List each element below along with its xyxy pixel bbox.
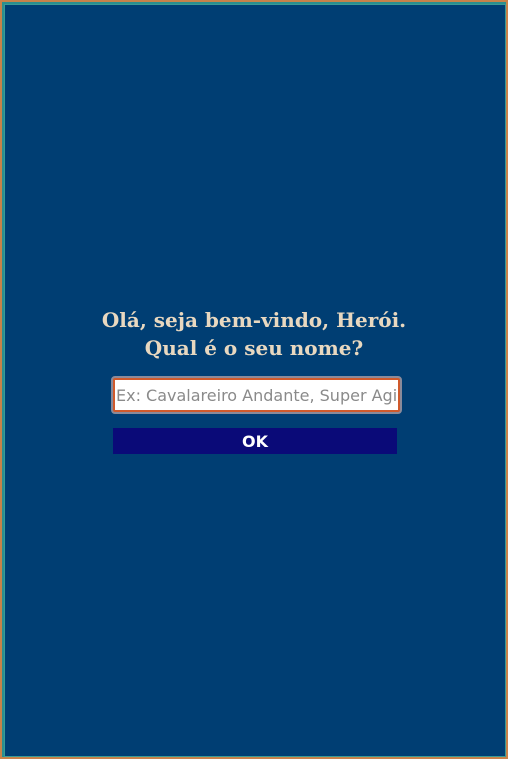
ok-button[interactable]: OK [113, 428, 397, 454]
welcome-line-1: Olá, seja bem-vindo, Herói. [101, 308, 407, 332]
welcome-heading: Olá, seja bem-vindo, Herói. Qual é o seu… [0, 306, 508, 362]
welcome-line-2: Qual é o seu nome? [144, 336, 364, 360]
hero-name-input[interactable] [111, 376, 402, 414]
